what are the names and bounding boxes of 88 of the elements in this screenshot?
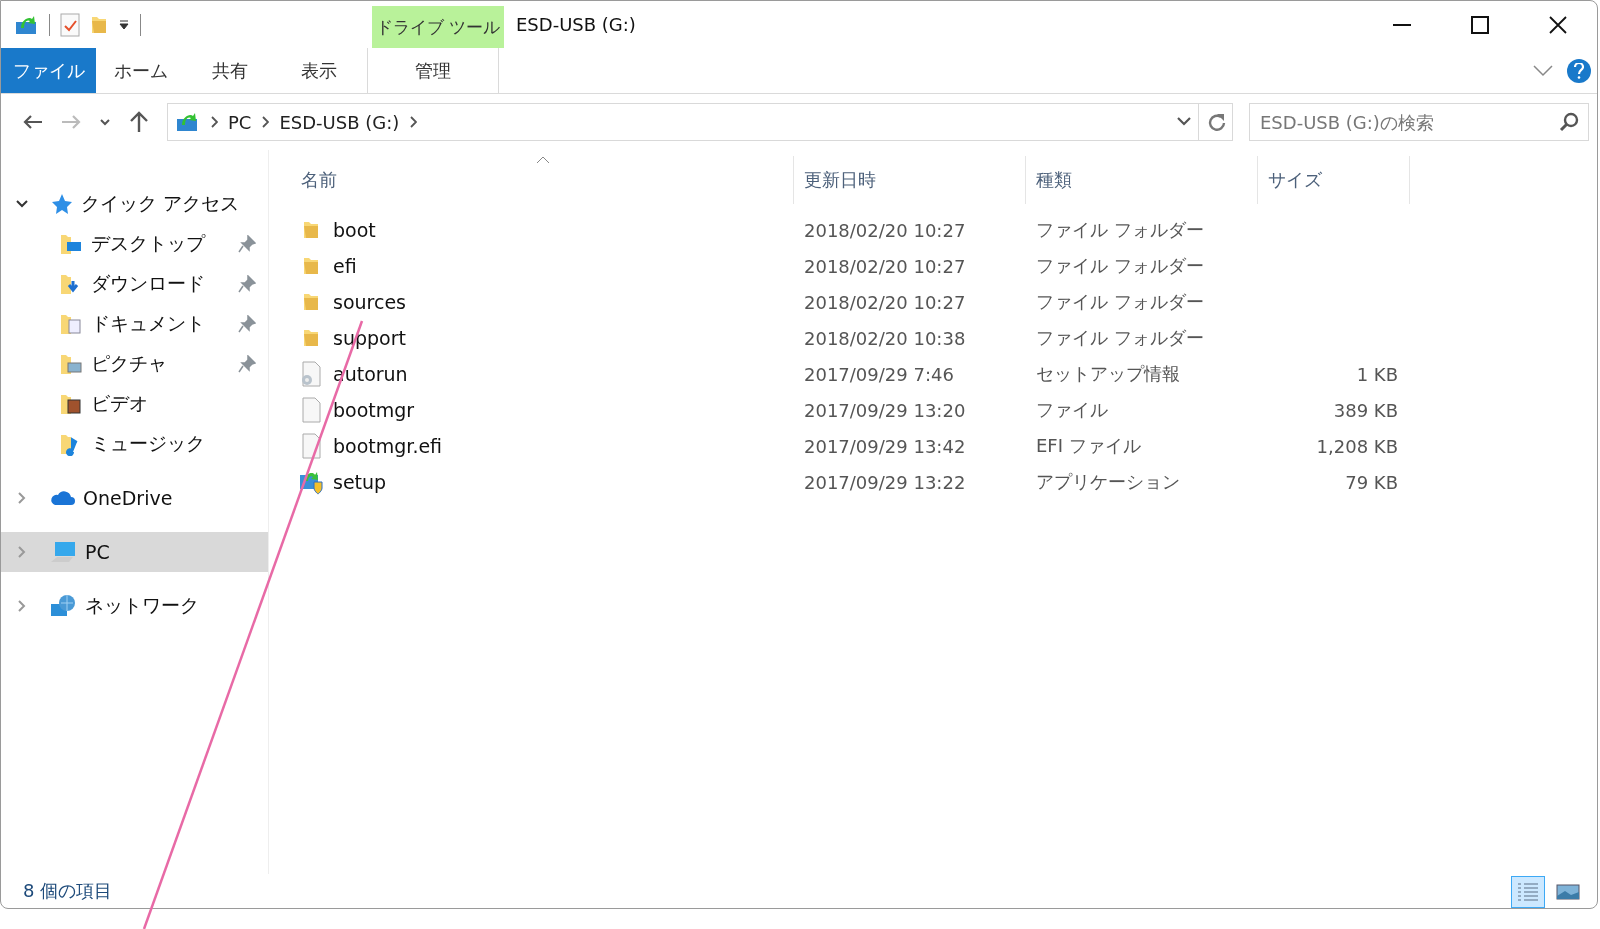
desktop-folder-icon [59,232,83,256]
pictures-folder-icon [59,352,83,376]
item-count: 8 個の項目 [23,879,113,903]
nav-item[interactable]: OneDrive [1,478,268,518]
date-cell-text: 2017/09/29 13:42 [803,435,967,457]
window-title: ESD-USB (G:) [515,13,637,37]
nav-item[interactable]: クイック アクセス [1,184,268,224]
nav-item[interactable]: ミュージック [1,424,268,464]
ribbon-tab[interactable]: ファイル [1,48,96,93]
chevron-icon[interactable] [210,116,218,128]
file-name[interactable]: bootmgr.efi [333,435,443,457]
minimize-icon[interactable] [1393,23,1411,26]
date-cell-text: 2017/09/29 7:46 [803,363,955,385]
type-cell-text: ファイル フォルダー [1035,218,1205,242]
type-cell-text: ファイル [1035,398,1109,422]
column-header[interactable]: 種類 [1026,156,1258,204]
help-icon[interactable] [1567,58,1591,83]
nav-item[interactable]: デスクトップ [1,224,268,264]
breadcrumb[interactable]: ESD-USB (G:) [279,111,400,133]
size-cell-text: 79 KB [1344,471,1398,493]
file-name[interactable]: sources [333,291,406,313]
folder-icon [302,256,320,276]
folder-icon [302,220,320,240]
nav-label: PC [85,541,111,563]
date-cell-text: 2017/09/29 13:20 [803,399,967,421]
pin-icon[interactable] [238,275,256,293]
date-cell-text: 2018/02/20 10:27 [803,219,967,241]
expand-ribbon-icon[interactable] [1533,64,1553,77]
chevron-icon[interactable] [409,116,418,128]
nav-label: ドキュメント [91,311,206,336]
date-cell-text: 2017/09/29 13:22 [803,471,967,493]
computer-icon [49,540,77,564]
folder-icon [302,328,320,348]
type-cell-text: ファイル フォルダー [1035,290,1205,314]
nav-item[interactable]: PC [1,532,268,572]
date-cell-text: 2018/02/20 10:27 [803,255,967,277]
nav-item[interactable]: ビデオ [1,384,268,424]
nav-label: ネットワーク [85,593,200,618]
size-cell-text: 1,208 KB [1315,435,1398,457]
pin-icon[interactable] [238,355,256,373]
nav-item[interactable]: ピクチャ [1,344,268,384]
type-cell-text: EFI ファイル [1035,434,1142,458]
nav-label: ミュージック [91,431,206,456]
cloud-icon [49,489,75,507]
nav-item[interactable]: ダウンロード [1,264,268,304]
nav-label: ピクチャ [91,351,168,376]
size-cell-text: 389 KB [1332,399,1398,421]
size-cell-text: 1 KB [1355,363,1398,385]
file-name[interactable]: boot [333,219,376,241]
breadcrumb[interactable]: PC [228,111,252,133]
date-cell-text: 2018/02/20 10:38 [803,327,967,349]
nav-item[interactable]: ドキュメント [1,304,268,344]
type-cell-text: アプリケーション [1035,470,1181,494]
settings-file-icon [300,361,322,387]
dropdown-icon[interactable] [118,18,130,31]
address-bar[interactable]: PC ESD-USB (G:) [167,103,1233,141]
type-cell-text: ファイル フォルダー [1035,326,1205,350]
network-icon [49,594,77,618]
file-name[interactable]: setup [333,471,387,493]
videos-folder-icon [59,392,83,416]
date-cell-text: 2018/02/20 10:27 [803,291,967,313]
close-icon[interactable] [1549,15,1567,34]
file-icon [300,397,322,423]
search-icon[interactable] [1559,112,1579,132]
nav-label: クイック アクセス [81,191,241,216]
properties-icon[interactable] [60,12,80,37]
nav-label: ダウンロード [91,271,206,296]
column-header[interactable]: サイズ [1258,156,1410,204]
folder-icon [302,292,320,312]
nav-label: ビデオ [91,391,149,416]
type-cell-text: ファイル フォルダー [1035,254,1205,278]
type-cell-text: セットアップ情報 [1035,362,1181,386]
maximize-icon[interactable] [1471,15,1489,34]
nav-label: デスクトップ [91,231,207,256]
search-field[interactable]: ESD-USB (G:)の検索 [1249,103,1589,141]
drive-icon [176,111,200,133]
file-name[interactable]: efi [333,255,357,277]
chevron-icon[interactable] [261,116,270,128]
pin-icon[interactable] [238,235,256,253]
documents-folder-icon [59,312,83,336]
column-header[interactable]: 更新日時 [794,156,1026,204]
column-header[interactable]: 名前 [299,156,794,204]
context-tab-group: ドライブ ツール [372,6,504,48]
file-name[interactable]: bootmgr [333,399,415,421]
ribbon-tab[interactable]: 管理 [367,48,499,93]
nav-item[interactable]: ネットワーク [1,586,268,626]
nav-label: OneDrive [83,487,174,509]
pin-icon[interactable] [238,315,256,333]
